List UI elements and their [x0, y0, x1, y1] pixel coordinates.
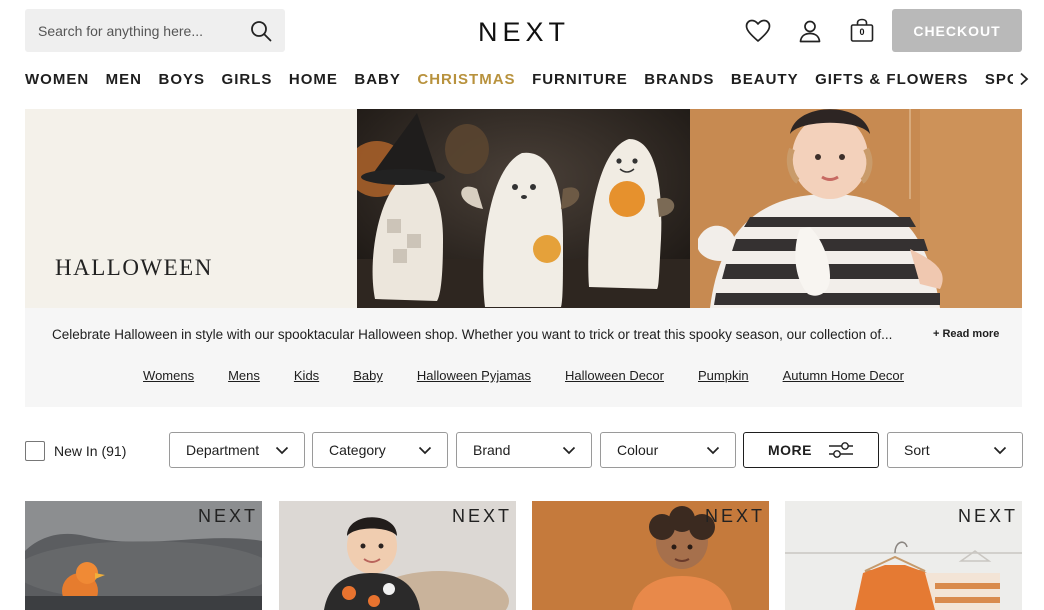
nav-item-home[interactable]: HOME	[289, 71, 338, 88]
quick-link-pumpkin[interactable]: Pumpkin	[698, 368, 749, 383]
nav-scroll-right-icon[interactable]	[1013, 67, 1035, 91]
quick-link-halloween-pyjamas[interactable]: Halloween Pyjamas	[417, 368, 531, 383]
quick-links: Womens Mens Kids Baby Halloween Pyjamas Hallo…	[25, 368, 1022, 383]
chevron-down-icon	[275, 446, 289, 454]
read-more-link[interactable]: + Read more	[933, 328, 999, 340]
colour-dropdown[interactable]: Colour	[600, 432, 736, 468]
quick-link-mens[interactable]: Mens	[228, 368, 260, 383]
child-halloween-image	[690, 109, 1022, 308]
nav-item-gifts-flowers[interactable]: GIFTS & FLOWERS	[815, 71, 968, 88]
nav-item-girls[interactable]: GIRLS	[222, 71, 273, 88]
product-brand: NEXT	[451, 506, 512, 526]
department-label: Department	[186, 442, 260, 458]
hero-banner: HALLOWEEN	[25, 109, 1022, 308]
quick-link-kids[interactable]: Kids	[294, 368, 319, 383]
product-brand: NEXT	[957, 506, 1018, 526]
product-card[interactable]: NEXT	[25, 501, 262, 610]
category-description: Celebrate Halloween in style with our sp…	[25, 308, 1022, 407]
shopping-bag-icon[interactable]: 0	[848, 17, 876, 45]
sort-dropdown[interactable]: Sort	[887, 432, 1023, 468]
search-icon[interactable]	[249, 19, 273, 43]
favourites-icon[interactable]	[744, 17, 772, 45]
quick-link-halloween-decor[interactable]: Halloween Decor	[565, 368, 664, 383]
product-brand: NEXT	[197, 506, 258, 526]
sort-label: Sort	[904, 442, 930, 458]
product-card[interactable]: NEXT	[532, 501, 769, 610]
main-nav: WOMEN MEN BOYS GIRLS HOME BABY CHRISTMAS FURNIT…	[25, 67, 1035, 91]
product-card[interactable]: NEXT	[279, 501, 516, 610]
chevron-down-icon	[993, 446, 1007, 454]
department-dropdown[interactable]: Department	[169, 432, 305, 468]
description-text: Celebrate Halloween in style with our sp…	[52, 327, 893, 342]
hero-title: HALLOWEEN	[55, 255, 213, 280]
page: NEXT 0 CHECKOUT WOMEN MEN BOYS GIRLS HOME BAB…	[0, 0, 1044, 610]
chevron-down-icon	[562, 446, 576, 454]
more-filters-label: MORE	[768, 442, 812, 458]
brand-label: Brand	[473, 442, 511, 458]
search-bar[interactable]	[25, 9, 285, 52]
nav-item-furniture[interactable]: FURNITURE	[532, 71, 628, 88]
quick-link-womens[interactable]: Womens	[143, 368, 194, 383]
sliders-icon	[829, 442, 853, 458]
nav-item-christmas[interactable]: CHRISTMAS	[417, 71, 515, 88]
quick-link-autumn-home-decor[interactable]: Autumn Home Decor	[783, 368, 904, 383]
colour-label: Colour	[617, 442, 659, 458]
new-in-checkbox[interactable]	[25, 441, 45, 461]
search-input[interactable]	[38, 22, 249, 39]
category-label: Category	[329, 442, 386, 458]
category-dropdown[interactable]: Category	[312, 432, 448, 468]
nav-item-boys[interactable]: BOYS	[159, 71, 206, 88]
nav-item-men[interactable]: MEN	[106, 71, 142, 88]
nav-item-baby[interactable]: BABY	[354, 71, 401, 88]
nav-item-women[interactable]: WOMEN	[25, 71, 89, 88]
brand-dropdown[interactable]: Brand	[456, 432, 592, 468]
chevron-down-icon	[706, 446, 720, 454]
product-brand: NEXT	[704, 506, 765, 526]
bag-count-badge: 0	[859, 27, 865, 37]
ghost-ornaments-image	[357, 109, 690, 308]
more-filters-button[interactable]: MORE	[743, 432, 879, 468]
quick-link-baby[interactable]: Baby	[353, 368, 383, 383]
account-icon[interactable]	[796, 17, 824, 45]
filter-bar: New In (91) Department Category Brand Co…	[25, 432, 1023, 468]
nav-item-brands[interactable]: BRANDS	[644, 71, 714, 88]
chevron-down-icon	[418, 446, 432, 454]
hero-title-panel: HALLOWEEN	[25, 109, 357, 308]
checkout-button[interactable]: CHECKOUT	[892, 9, 1022, 52]
product-card[interactable]: NEXT	[785, 501, 1022, 610]
new-in-filter[interactable]: New In (91)	[25, 441, 126, 461]
site-logo[interactable]: NEXT	[478, 17, 570, 47]
nav-item-beauty[interactable]: BEAUTY	[731, 71, 799, 88]
new-in-label: New In (91)	[54, 443, 127, 459]
